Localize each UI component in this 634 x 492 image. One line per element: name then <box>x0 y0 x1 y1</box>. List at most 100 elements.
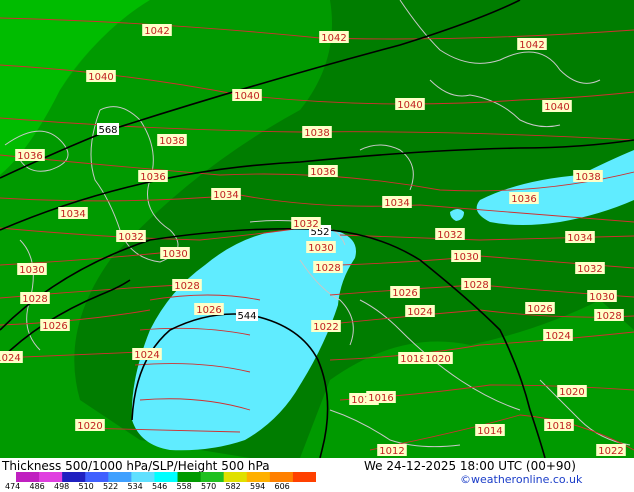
isobar-label: 1038 <box>302 126 332 139</box>
isobar-label-text: 1030 <box>453 252 478 263</box>
isobar-label-text: 1042 <box>321 33 346 44</box>
weather-map: 568 552 544 1042 1042 1042 1040 1040 1040 1040… <box>0 0 634 459</box>
isobar-label: 1036 <box>138 170 168 183</box>
isobar-label: 1022 <box>311 320 341 333</box>
isobar-label: 1036 <box>308 165 338 178</box>
isobar-label-text: 1020 <box>425 354 450 365</box>
isobar-label: 1020 <box>557 385 587 398</box>
isobar-label-text: 1042 <box>144 26 169 37</box>
isobar-label: 1030 <box>587 290 617 303</box>
isobar-label-text: 1028 <box>174 281 199 292</box>
isobar-label-text: 1018 <box>400 354 425 365</box>
isobar-label: 1026 <box>390 286 420 299</box>
isobar-label-text: 1014 <box>477 426 502 437</box>
isobar-label-text: 1028 <box>22 294 47 305</box>
isobar-label: 1020 <box>423 352 453 365</box>
isobar-label: 1028 <box>313 261 343 274</box>
isobar-label: 1030 <box>17 263 47 276</box>
isobar-label: 1032 <box>116 230 146 243</box>
isobar-label: 1034 <box>565 231 595 244</box>
isobar-label-text: 1034 <box>384 198 409 209</box>
legend-swatch <box>292 472 316 482</box>
legend-swatch <box>131 472 155 482</box>
map-svg: 568 552 544 104210421042104010401040 1040… <box>0 0 634 459</box>
isobar-label: 1040 <box>395 98 425 111</box>
isobar-label-text: 1012 <box>379 446 404 457</box>
isobar-label: 1042 <box>517 38 547 51</box>
isobar-label: 1024 <box>132 348 162 361</box>
legend-color-bar <box>16 472 316 482</box>
isobar-label: 1030 <box>160 247 190 260</box>
height-label-568: 568 <box>98 125 117 136</box>
isobar-label-text: 1032 <box>577 264 602 275</box>
isobar-label: 1038 <box>157 134 187 147</box>
isobar-label-text: 1020 <box>559 387 584 398</box>
isobar-label-text: 1030 <box>308 243 333 254</box>
isobar-label: 1028 <box>172 279 202 292</box>
isobar-label: 1028 <box>20 292 50 305</box>
isobar-label: 1026 <box>525 302 555 315</box>
isobar-label-text: 1038 <box>304 128 329 139</box>
legend-swatch <box>154 472 179 482</box>
isobar-label-text: 1020 <box>77 421 102 432</box>
isobar-label-text: 1028 <box>315 263 340 274</box>
isobar-label-text: 1038 <box>575 172 600 183</box>
isobar-label-text: 1024 <box>134 350 159 361</box>
legend-swatch <box>223 472 248 482</box>
isobar-label-text: 1022 <box>313 322 338 333</box>
isobar-label-text: 1040 <box>397 100 422 111</box>
isobar-label: 1042 <box>142 24 172 37</box>
isobar-label: 1020 <box>75 419 105 432</box>
footer: Thickness 500/1000 hPa/SLP/Height 500 hP… <box>0 458 634 492</box>
isobar-label-text: 1022 <box>598 446 623 457</box>
isobar-label-text: 1028 <box>463 280 488 291</box>
isobar-label: 1028 <box>461 278 491 291</box>
isobar-label-text: 1024 <box>407 307 432 318</box>
legend-swatch <box>177 472 202 482</box>
isobar-label-text: 1026 <box>527 304 552 315</box>
isobar-label-text: 1024 <box>545 331 570 342</box>
legend-swatch <box>39 472 63 482</box>
isobar-label: 1040 <box>86 70 116 83</box>
isobar-label-text: 1016 <box>368 393 393 404</box>
isobar-label: 1030 <box>451 250 481 263</box>
isobar-label-text: 1038 <box>159 136 184 147</box>
isobar-label: 1038 <box>573 170 603 183</box>
isobar-label-text: 1032 <box>293 219 318 230</box>
isobar-label-text: 1018 <box>546 421 571 432</box>
isobar-label-text: 1036 <box>511 194 536 205</box>
legend-swatch <box>269 472 294 482</box>
isobar-label: 1024 <box>0 351 23 364</box>
isobar-label-text: 1032 <box>118 232 143 243</box>
isobar-label: 1036 <box>509 192 539 205</box>
isobar-label: 1018 <box>544 419 574 432</box>
isobar-label-text: 1030 <box>162 249 187 260</box>
isobar-label: 1030 <box>306 241 336 254</box>
map-title: Thickness 500/1000 hPa/SLP/Height 500 hP… <box>2 459 270 473</box>
isobar-label: 1022 <box>596 444 626 457</box>
isobar-label: 1032 <box>291 217 321 230</box>
isobar-label: 1034 <box>382 196 412 209</box>
isobar-label-text: 1026 <box>392 288 417 299</box>
legend-ticks: 474 486 498 510 522 534 546 558 570 582 594 606 <box>0 482 330 492</box>
isobar-label: 1040 <box>542 100 572 113</box>
legend-swatch <box>62 472 86 482</box>
credit-link[interactable]: ©weatheronline.co.uk <box>460 473 582 486</box>
isobar-label-text: 1040 <box>88 72 113 83</box>
isobar-label-text: 1034 <box>567 233 592 244</box>
isobar-label-text: 1040 <box>234 91 259 102</box>
legend-swatch <box>108 472 132 482</box>
isobar-label-text: 1026 <box>196 305 221 316</box>
isobar-label-text: 1026 <box>42 321 67 332</box>
isobar-label-text: 1040 <box>544 102 569 113</box>
isobar-label-text: 1030 <box>19 265 44 276</box>
isobar-label: 1026 <box>40 319 70 332</box>
isobar-label-text: 1028 <box>596 311 621 322</box>
isobar-label-text: 1024 <box>0 353 21 364</box>
isobar-label-text: 1034 <box>213 190 238 201</box>
legend-swatch <box>16 472 40 482</box>
legend-swatch <box>200 472 225 482</box>
legend-swatch <box>85 472 109 482</box>
isobar-label-text: 1036 <box>140 172 165 183</box>
isobar-label: 1028 <box>594 309 624 322</box>
